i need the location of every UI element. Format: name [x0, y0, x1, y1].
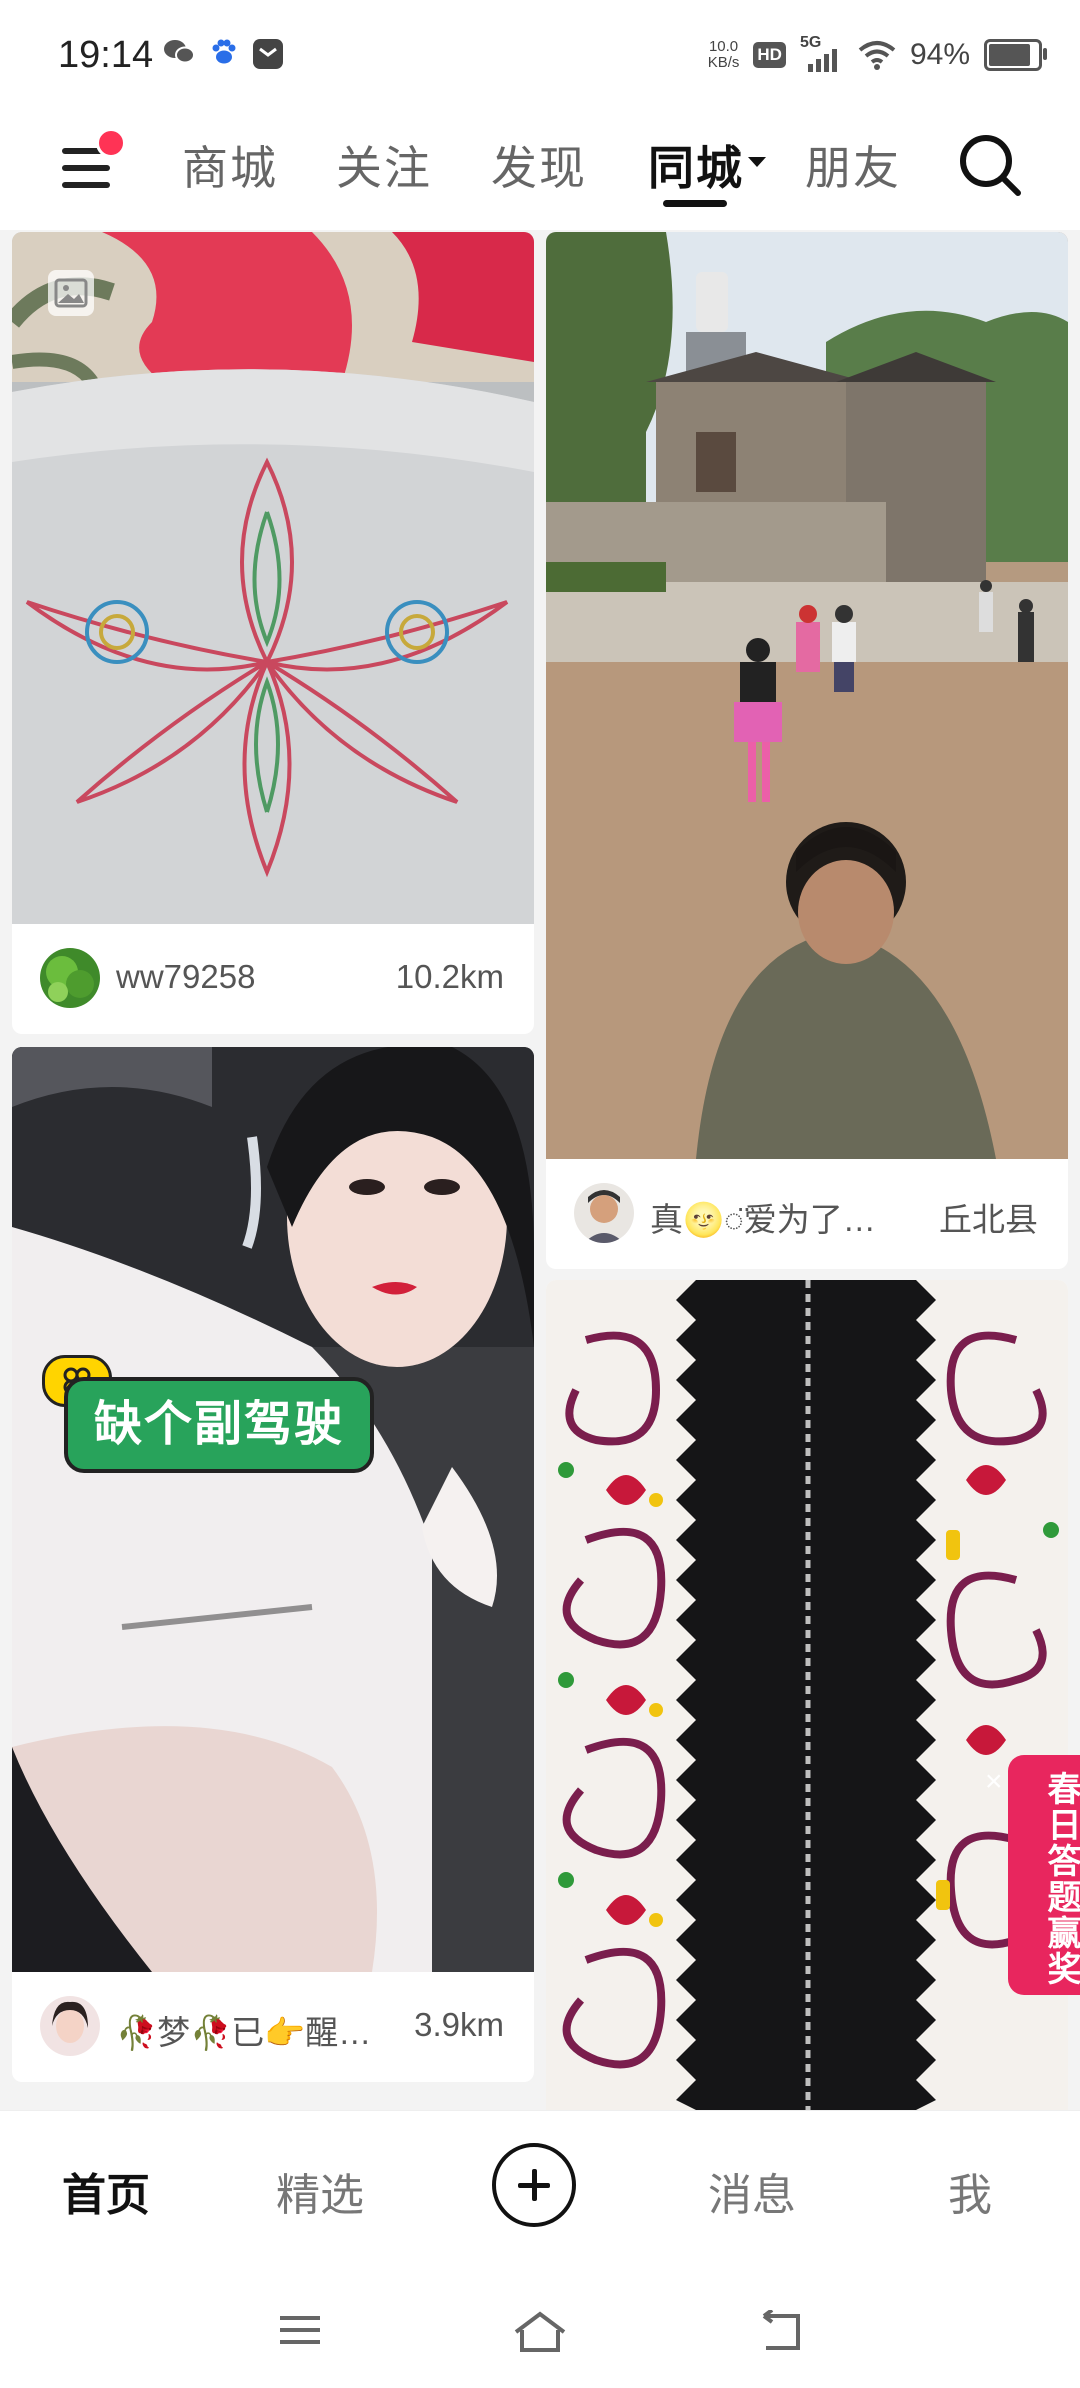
- hd-icon: HD: [753, 42, 786, 68]
- message-icon: [253, 39, 283, 69]
- card-media: 缺个副驾驶: [12, 1047, 534, 1972]
- author-name[interactable]: ww79258: [116, 958, 255, 996]
- tab-nearby-label: 同城: [648, 142, 744, 194]
- author-name[interactable]: 🥀梦🥀已👉醒…: [116, 2006, 371, 2054]
- home-icon[interactable]: [510, 2310, 570, 2354]
- tab-discover[interactable]: 发现: [491, 132, 587, 198]
- nav-home[interactable]: 首页: [62, 2159, 150, 2223]
- distance-label: 3.9km: [414, 2006, 504, 2043]
- card-meta: 真🌝◌̈爱为了… 丘北县: [546, 1159, 1068, 1269]
- create-button[interactable]: [492, 2143, 576, 2227]
- signal-icon: 5G: [800, 34, 844, 72]
- embroidery-photo: [12, 232, 534, 924]
- baidu-icon: [212, 39, 236, 64]
- card-meta: 🥀梦🥀已👉醒… 3.9km: [12, 1972, 534, 2082]
- status-time: 19:14: [58, 34, 154, 76]
- image-icon: [48, 270, 94, 316]
- promo-banner[interactable]: 春日答题赢奖: [1008, 1755, 1080, 1995]
- back-icon[interactable]: [756, 2310, 804, 2354]
- distance-label: 10.2km: [395, 958, 504, 995]
- feed-card[interactable]: 缺个副驾驶 🥀梦🥀已👉醒… 3.9km: [12, 1047, 534, 2082]
- avatar[interactable]: [40, 1996, 100, 2056]
- author-name[interactable]: 真🌝◌̈爱为了…: [650, 1193, 876, 1241]
- zipper-embroidery-photo: [546, 1280, 1068, 2110]
- system-nav-bar: [0, 2270, 1080, 2388]
- status-bar: 19:14 10.0 KB/s HD 5G 94%: [0, 0, 1080, 110]
- card-media: [546, 1280, 1068, 2110]
- tab-nearby[interactable]: 同城: [648, 132, 766, 198]
- status-right: 10.0 KB/s HD 5G 94%: [707, 30, 1047, 80]
- village-photo: [546, 232, 1068, 1159]
- feed-card[interactable]: [546, 1280, 1068, 2110]
- notification-dot: [96, 128, 126, 158]
- wechat-icon: [164, 40, 195, 64]
- location-label: 丘北县: [939, 1201, 1038, 1238]
- nav-me[interactable]: 我: [948, 2159, 992, 2223]
- close-icon[interactable]: ×: [985, 1765, 1003, 1799]
- nav-featured[interactable]: 精选: [276, 2159, 364, 2223]
- avatar[interactable]: [40, 948, 100, 1008]
- search-icon[interactable]: [955, 130, 1025, 200]
- card-media: [546, 232, 1068, 1159]
- card-meta: ww79258 10.2km: [12, 924, 534, 1034]
- card-media: [12, 232, 534, 924]
- recent-apps-icon[interactable]: [276, 2310, 324, 2350]
- nav-messages[interactable]: 消息: [708, 2159, 796, 2223]
- feed-card[interactable]: 真🌝◌̈爱为了… 丘北县: [546, 232, 1068, 1269]
- top-nav: 商城 关注 发现 同城 朋友: [0, 110, 1080, 230]
- bottom-nav: 首页 精选 消息 我: [0, 2110, 1080, 2271]
- tab-friends[interactable]: 朋友: [805, 132, 901, 198]
- battery-percent: 94%: [909, 38, 970, 71]
- tab-mall[interactable]: 商城: [182, 132, 278, 198]
- topic-tag[interactable]: 缺个副驾驶: [64, 1377, 375, 1473]
- tab-following[interactable]: 关注: [336, 132, 432, 198]
- avatar[interactable]: [574, 1183, 634, 1243]
- caret-down-icon: [748, 156, 766, 167]
- active-tab-indicator: [663, 200, 727, 207]
- battery-icon: [984, 39, 1047, 71]
- wifi-icon: [858, 41, 896, 70]
- feed-card[interactable]: ww79258 10.2km: [12, 232, 534, 1034]
- net-speed: 10.0 KB/s: [707, 38, 740, 71]
- selfie-photo: [12, 1047, 534, 1972]
